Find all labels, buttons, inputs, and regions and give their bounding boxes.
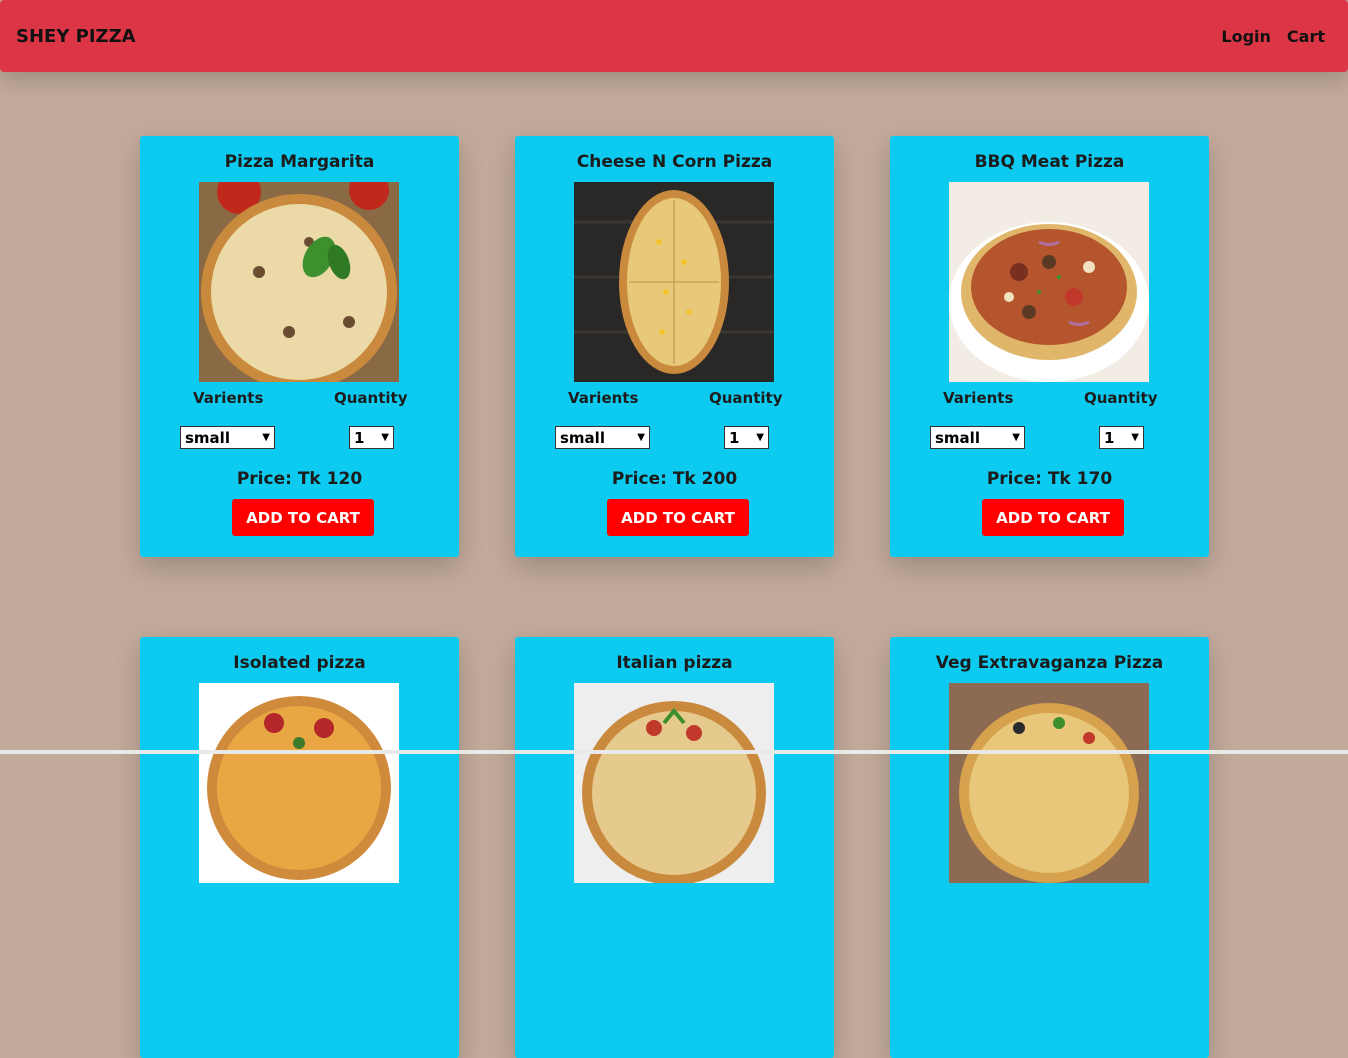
variant-select[interactable]: small ▼ (930, 426, 1025, 449)
pizza-name: Cheese N Corn Pizza (576, 152, 773, 172)
brand-logo[interactable]: SHEY PIZZA (16, 26, 136, 47)
variant-value: small (560, 428, 605, 447)
variants-label: Varients (568, 389, 639, 407)
pizza-image (574, 182, 774, 382)
pizza-image (199, 182, 399, 382)
quantity-select[interactable]: 1 ▼ (349, 426, 394, 449)
pizza-image (949, 683, 1149, 883)
pizza-image (199, 683, 399, 883)
nav-links: Login Cart (1221, 27, 1325, 46)
quantity-select[interactable]: 1 ▼ (724, 426, 769, 449)
pizza-card: Pizza Margarita Varients Quantity small … (140, 136, 459, 557)
quantity-label: Quantity (709, 389, 783, 407)
quantity-label: Quantity (334, 389, 408, 407)
variant-value: small (185, 428, 230, 447)
pizza-card: Italian pizza (515, 637, 834, 1058)
quantity-label: Quantity (1084, 389, 1158, 407)
add-to-cart-button[interactable]: ADD TO CART (607, 499, 749, 536)
variants-label: Varients (943, 389, 1014, 407)
pizza-image (574, 683, 774, 883)
pizza-name: Italian pizza (616, 653, 733, 673)
pizza-card: Isolated pizza (140, 637, 459, 1058)
quantity-value: 1 (1104, 428, 1115, 447)
cart-link[interactable]: Cart (1287, 27, 1325, 46)
quantity-value: 1 (729, 428, 740, 447)
pizza-card: BBQ Meat Pizza Varients Quantity small ▼… (890, 136, 1209, 557)
navbar: SHEY PIZZA Login Cart (0, 0, 1348, 72)
pizza-card: Veg Extravaganza Pizza (890, 637, 1209, 1058)
add-to-cart-button[interactable]: ADD TO CART (982, 499, 1124, 536)
add-to-cart-button[interactable]: ADD TO CART (232, 499, 374, 536)
pizza-image (949, 182, 1149, 382)
pizza-name: Isolated pizza (233, 653, 366, 673)
pizza-price: Price: Tk 170 (986, 469, 1113, 489)
chevron-down-icon: ▼ (381, 432, 389, 443)
pizza-name: Veg Extravaganza Pizza (935, 653, 1164, 673)
chevron-down-icon: ▼ (262, 432, 270, 443)
pizza-card: Cheese N Corn Pizza Varients Quantity sm… (515, 136, 834, 557)
pizza-name: BBQ Meat Pizza (974, 152, 1125, 172)
horizontal-scrollbar[interactable] (0, 750, 1348, 754)
quantity-value: 1 (354, 428, 365, 447)
variant-select[interactable]: small ▼ (180, 426, 275, 449)
chevron-down-icon: ▼ (637, 432, 645, 443)
variant-value: small (935, 428, 980, 447)
variant-select[interactable]: small ▼ (555, 426, 650, 449)
variants-label: Varients (193, 389, 264, 407)
chevron-down-icon: ▼ (1012, 432, 1020, 443)
chevron-down-icon: ▼ (1131, 432, 1139, 443)
chevron-down-icon: ▼ (756, 432, 764, 443)
quantity-select[interactable]: 1 ▼ (1099, 426, 1144, 449)
login-link[interactable]: Login (1221, 27, 1271, 46)
pizza-name: Pizza Margarita (224, 152, 375, 172)
pizza-price: Price: Tk 120 (236, 469, 363, 489)
pizza-price: Price: Tk 200 (611, 469, 738, 489)
